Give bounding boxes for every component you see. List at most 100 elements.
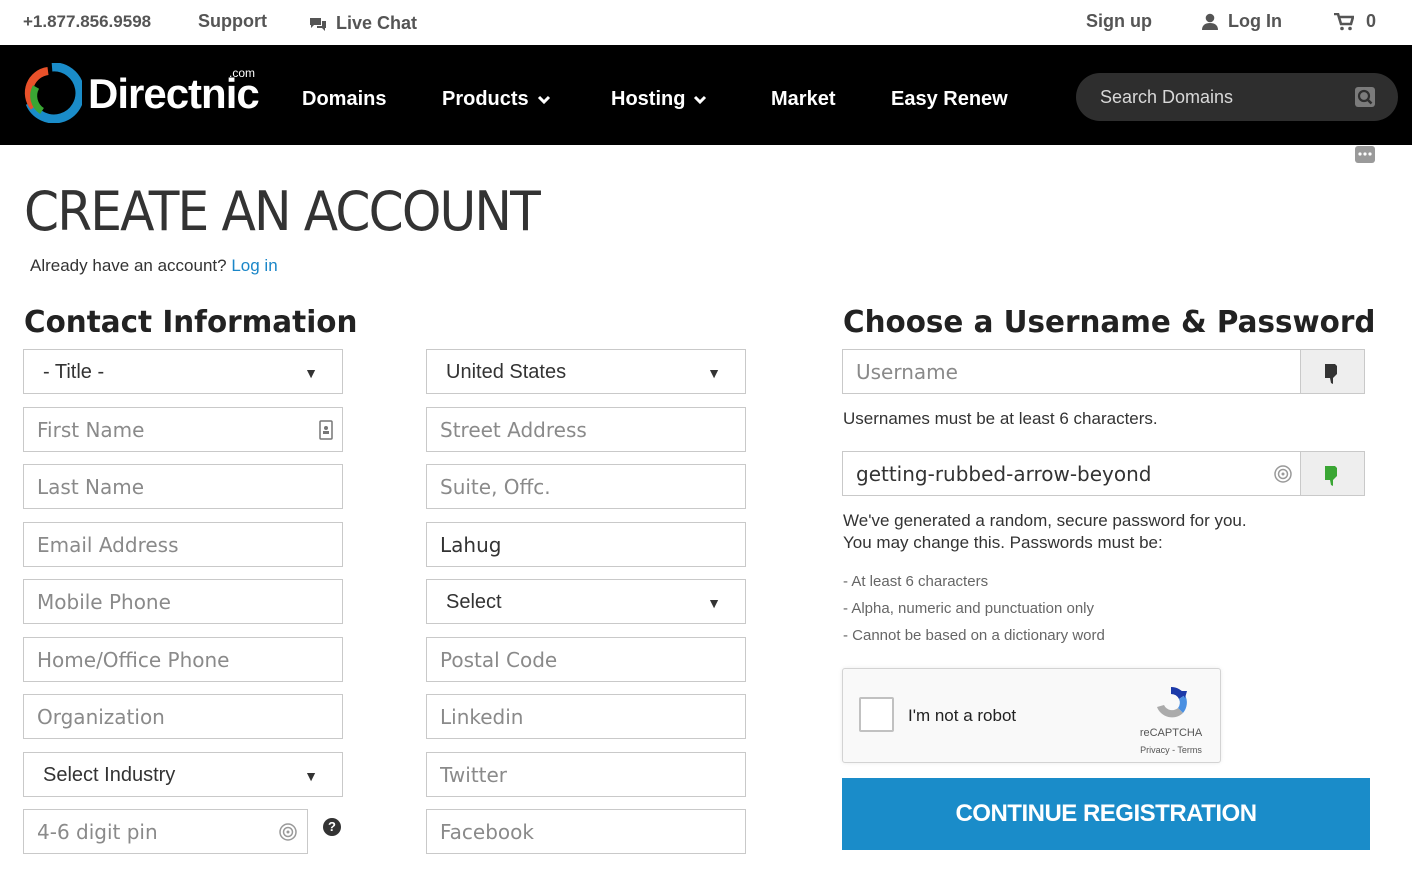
domain-search-input[interactable] [1100,85,1350,109]
username-status [1300,350,1364,393]
state-select[interactable]: Select ▼ [426,579,746,624]
first-name-field [23,407,343,452]
recaptcha-brand: reCAPTCHA [1139,727,1203,739]
search-button[interactable] [1355,87,1375,107]
linkedin-field [426,694,746,739]
nav-easy-renew-label: Easy Renew [891,88,1008,110]
live-chat-link[interactable]: Live Chat [308,13,417,34]
home-phone-input[interactable] [37,638,317,681]
password-note-line-1: We've generated a random, secure passwor… [843,511,1247,530]
directnic-logo[interactable]: Directnic .com [22,63,262,123]
support-link[interactable]: Support [198,11,267,32]
nav-easy-renew[interactable]: Easy Renew [891,88,1008,111]
password-note: We've generated a random, secure passwor… [843,510,1247,554]
password-input[interactable] [856,452,1256,495]
recaptcha-label: I'm not a robot [908,706,1017,725]
organization-field [23,694,343,739]
street-address-field [426,407,746,452]
continue-registration-button[interactable]: CONTINUE REGISTRATION [842,778,1370,850]
facebook-input[interactable] [440,810,720,853]
username-input[interactable] [856,350,1276,393]
chat-icon [310,17,326,31]
live-chat-label: Live Chat [336,13,418,33]
thumbs-down-icon [1325,364,1337,384]
postal-code-input[interactable] [440,638,720,681]
contact-heading: Contact Information [24,305,358,340]
phone-number[interactable]: +1.877.856.9598 [23,12,151,32]
recaptcha-logo-icon [1151,683,1191,728]
cart-link[interactable]: 0 [1334,11,1376,32]
title-select[interactable]: - Title - ▼ [23,349,343,394]
fingerprint-icon [278,822,298,847]
sign-up-link[interactable]: Sign up [1086,11,1152,32]
log-in-label: Log In [1228,11,1282,31]
thumbs-down-green-icon [1325,466,1337,486]
password-field [842,451,1365,496]
suite-input[interactable] [440,465,720,508]
recaptcha-widget: I'm not a robot reCAPTCHA Privacy - Term… [842,668,1221,763]
twitter-field [426,752,746,797]
logo-swirl-icon [24,63,82,123]
more-options-button[interactable] [1355,146,1375,163]
account-heading: Choose a Username & Password [843,305,1376,340]
street-address-input[interactable] [440,408,720,451]
main-nav: Directnic .com Domains Products Hosting … [0,45,1412,145]
username-field [842,349,1365,394]
nav-domains-label: Domains [302,88,387,110]
log-in-link[interactable]: Log In [1201,11,1282,32]
country-select-value: United States [446,361,567,383]
organization-input[interactable] [37,695,317,738]
username-note: Usernames must be at least 6 characters. [843,409,1158,428]
city-field [426,522,746,567]
caret-down-icon: ▼ [707,595,721,611]
caret-down-icon: ▼ [707,365,721,381]
password-rule: - Alpha, numeric and punctuation only [843,600,1094,617]
search-icon [1357,89,1373,105]
top-utility-bar: +1.877.856.9598 Support Live Chat Sign u… [0,0,1412,45]
nav-market-label: Market [771,88,836,110]
already-account-label: Already have an account? [30,256,227,275]
nav-hosting-label: Hosting [611,88,686,110]
city-input[interactable] [440,523,720,566]
first-name-input[interactable] [37,408,317,451]
log-in-inline-link[interactable]: Log in [231,256,277,275]
mobile-phone-field [23,579,343,624]
pin-input[interactable] [37,810,277,853]
last-name-field [23,464,343,509]
password-note-line-2: You may change this. Passwords must be: [843,533,1163,552]
recaptcha-terms[interactable]: Privacy - Terms [1131,745,1211,755]
chevron-down-icon [537,95,550,104]
cart-icon [1334,12,1354,30]
logo-suffix: .com [229,66,256,80]
ellipsis-icon [1358,152,1372,156]
facebook-field [426,809,746,854]
nav-products[interactable]: Products [442,88,551,111]
industry-select[interactable]: Select Industry ▼ [23,752,343,797]
home-phone-field [23,637,343,682]
mobile-phone-input[interactable] [37,580,317,623]
already-account-text: Already have an account? Log in [30,256,278,276]
password-rule: - Cannot be based on a dictionary word [843,627,1105,644]
email-field [23,522,343,567]
postal-code-field [426,637,746,682]
twitter-input[interactable] [440,753,720,796]
email-input[interactable] [37,523,317,566]
nav-market[interactable]: Market [771,88,835,111]
last-name-input[interactable] [37,465,317,508]
state-select-value: Select [446,591,502,613]
suite-field [426,464,746,509]
nav-domains[interactable]: Domains [302,88,386,111]
chevron-down-icon [694,95,707,104]
country-select[interactable]: United States ▼ [426,349,746,394]
nav-hosting[interactable]: Hosting [611,88,707,111]
nav-products-label: Products [442,88,529,110]
pin-help-icon[interactable]: ? [323,818,341,836]
contact-card-icon [319,420,333,445]
caret-down-icon: ▼ [304,365,318,381]
recaptcha-checkbox[interactable] [859,697,894,732]
linkedin-input[interactable] [440,695,720,738]
fingerprint-icon [1273,464,1293,489]
domain-search [1076,73,1398,121]
industry-select-value: Select Industry [43,764,176,786]
page-title: CREATE AN ACCOUNT [24,180,541,243]
